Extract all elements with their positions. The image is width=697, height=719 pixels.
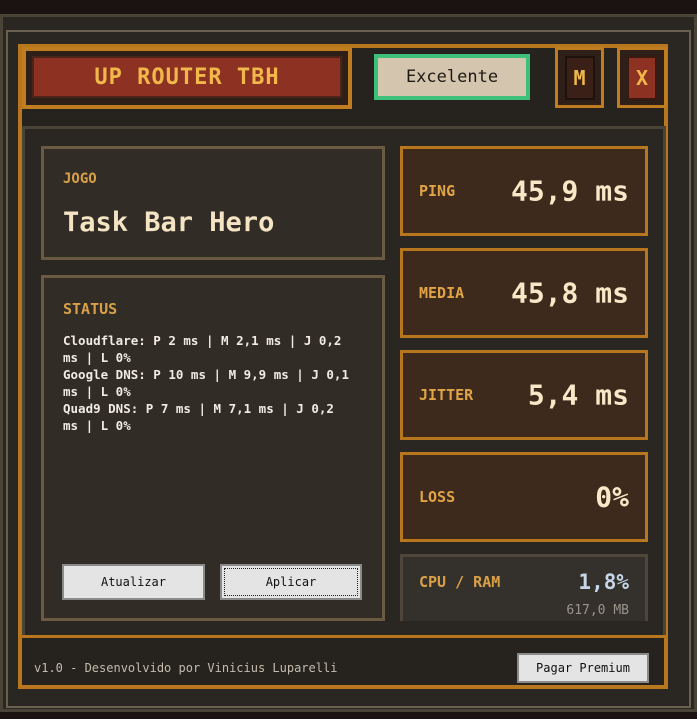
apply-button[interactable]: Aplicar (220, 564, 362, 600)
cpu-value: 1,8% (578, 570, 629, 594)
premium-button[interactable]: Pagar Premium (517, 653, 649, 683)
status-label: STATUS (63, 300, 118, 318)
status-line: Cloudflare: P 2 ms | M 2,1 ms | J 0,2 (63, 333, 342, 348)
ping-card: PING 45,9 ms (400, 146, 648, 236)
cpu-ram-label: CPU / RAM (419, 573, 501, 591)
media-card: MEDIA 45,8 ms (400, 248, 648, 338)
close-label: X (627, 55, 657, 100)
status-line: ms | L 0% (63, 418, 131, 433)
game-panel: JOGO Task Bar Hero (41, 146, 385, 260)
ping-label: PING (419, 182, 456, 200)
jitter-card: JITTER 5,4 ms (400, 350, 648, 440)
minimize-label: M (564, 55, 595, 100)
media-value: 45,8 ms (510, 276, 629, 310)
game-name: Task Bar Hero (63, 207, 275, 238)
jitter-value: 5,4 ms (527, 378, 629, 412)
status-line: ms | L 0% (63, 384, 131, 399)
loss-label: LOSS (419, 488, 456, 506)
loss-value: 0% (595, 480, 629, 514)
ram-value: 617,0 MB (566, 603, 629, 618)
status-line: ms | L 0% (63, 350, 131, 365)
status-line: Quad9 DNS: P 7 ms | M 7,1 ms | J 0,2 (63, 401, 334, 416)
app-title: UP ROUTER TBH (32, 56, 342, 98)
refresh-button[interactable]: Atualizar (62, 564, 205, 600)
minimize-button[interactable]: M (555, 47, 604, 108)
status-line: Google DNS: P 10 ms | M 9,9 ms | J 0,1 (63, 367, 349, 382)
version-text: v1.0 - Desenvolvido por Vinicius Luparel… (34, 661, 338, 675)
footer-divider (22, 635, 666, 638)
cpu-ram-card: CPU / RAM 1,8% 617,0 MB (400, 554, 648, 621)
status-log: Cloudflare: P 2 ms | M 2,1 ms | J 0,2 ms… (63, 332, 378, 434)
ping-value: 45,9 ms (510, 174, 629, 208)
close-button[interactable]: X (617, 47, 667, 108)
jitter-label: JITTER (419, 386, 474, 404)
media-label: MEDIA (419, 284, 465, 302)
loss-card: LOSS 0% (400, 452, 648, 542)
game-label: JOGO (63, 171, 97, 187)
quality-badge: Excelente (374, 54, 530, 100)
